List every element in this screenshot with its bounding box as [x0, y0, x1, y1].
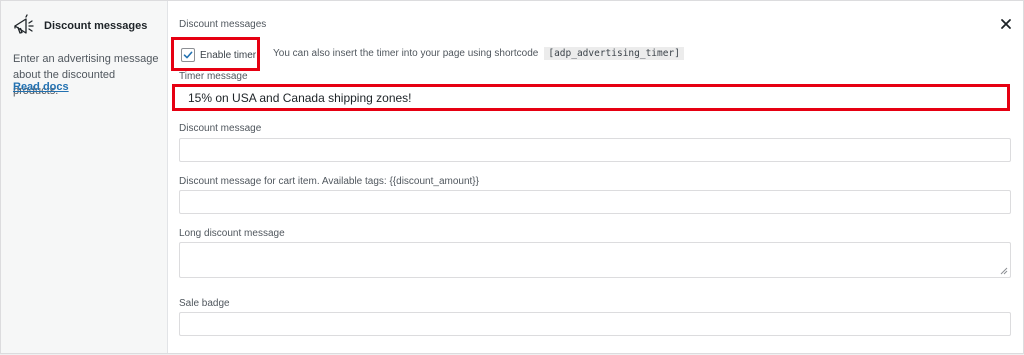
enable-timer-checkbox[interactable] — [181, 48, 195, 62]
timer-message-input[interactable]: 15% on USA and Canada shipping zones! — [179, 87, 1011, 108]
timer-message-value: 15% on USA and Canada shipping zones! — [188, 90, 412, 105]
long-message-label: Long discount message — [179, 228, 285, 239]
sale-badge-input[interactable] — [179, 312, 1011, 336]
long-message-textarea[interactable] — [179, 242, 1011, 278]
sidebar-title: Discount messages — [44, 20, 148, 32]
discount-message-label: Discount message — [179, 123, 262, 134]
sale-badge-label: Sale badge — [179, 298, 230, 309]
sidebar-header: Discount messages — [12, 14, 147, 38]
cart-item-message-input[interactable] — [179, 190, 1011, 214]
shortcode: [adp_advertising_timer] — [544, 47, 684, 60]
timer-message-label: Timer message — [179, 71, 248, 82]
close-icon[interactable] — [999, 17, 1013, 31]
megaphone-icon — [12, 14, 36, 38]
resize-handle-icon[interactable] — [1000, 267, 1008, 275]
cart-item-message-label: Discount message for cart item. Availabl… — [179, 176, 479, 187]
discount-message-input[interactable] — [179, 138, 1011, 162]
sidebar: Discount messages Enter an advertising m… — [1, 1, 168, 353]
enable-timer-label: Enable timer — [200, 49, 257, 61]
read-docs-link[interactable]: Read docs — [13, 81, 69, 93]
settings-panel: Discount messages Enter an advertising m… — [0, 0, 1024, 354]
enable-timer-row: Enable timer — [181, 48, 256, 62]
main-content: Discount messages Enable timer You can a… — [169, 1, 1023, 353]
section-title: Discount messages — [179, 19, 267, 30]
shortcode-hint: You can also insert the timer into your … — [273, 47, 684, 60]
shortcode-hint-text: You can also insert the timer into your … — [273, 48, 539, 59]
checkmark-icon — [183, 51, 193, 59]
